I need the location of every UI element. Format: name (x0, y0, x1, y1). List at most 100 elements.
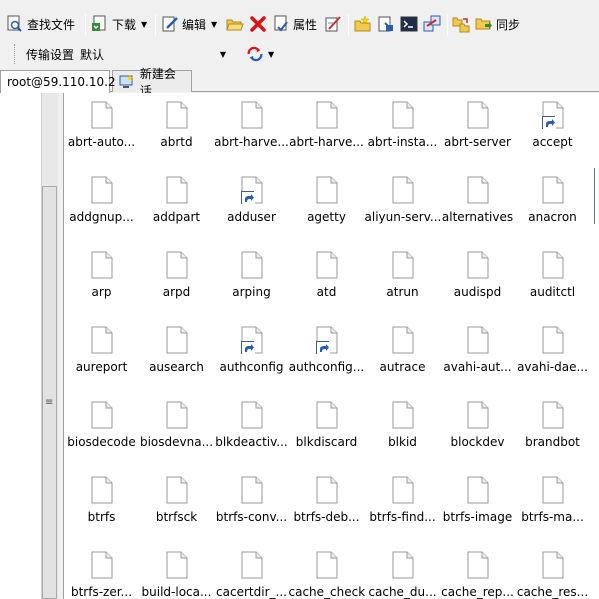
compare-button[interactable] (452, 11, 470, 37)
file-item[interactable]: cacertdir_... (214, 551, 289, 599)
file-item[interactable]: audispd (440, 251, 515, 321)
file-item[interactable]: anacron (515, 176, 590, 246)
file-item[interactable]: biosdecode (64, 401, 139, 471)
file-item[interactable]: addgnup... (64, 176, 139, 246)
file-icon (467, 551, 489, 579)
file-item[interactable]: abrtd (139, 101, 214, 171)
file-icon (241, 401, 263, 429)
file-item[interactable]: btrfs-zer... (64, 551, 139, 599)
file-item[interactable]: abrt-auto... (64, 101, 139, 171)
file-item[interactable]: blockdev (440, 401, 515, 471)
file-item[interactable]: btrfs-ma... (515, 476, 590, 546)
refresh-button[interactable]: ▼ (246, 43, 274, 65)
download-label: 下载 (112, 17, 137, 32)
new-file-button[interactable] (377, 11, 395, 37)
file-item[interactable]: authconfig... (289, 326, 364, 396)
find-file-button[interactable]: 查找文件 (6, 11, 75, 37)
file-icon (315, 326, 338, 355)
file-item[interactable]: btrfs-deb... (289, 476, 364, 546)
download-button[interactable]: 下载 ▼ (91, 11, 147, 37)
file-item[interactable]: avahi-dae... (515, 326, 590, 396)
file-item[interactable]: abrt-server (440, 101, 515, 171)
file-item[interactable]: aureport (64, 326, 139, 396)
transfer-settings-dropdown[interactable]: 传输设置 默认 ▼ (22, 43, 230, 65)
transfer-settings-label: 传输设置 (26, 47, 75, 62)
edit-button[interactable]: 编辑 ▼ (161, 11, 217, 37)
file-item[interactable]: accept (515, 101, 590, 171)
rename-button[interactable] (324, 11, 342, 37)
open-folder-button[interactable] (226, 11, 244, 37)
file-item[interactable]: brandbot (515, 401, 590, 471)
file-icon (166, 176, 188, 204)
file-item[interactable]: arping (214, 251, 289, 321)
file-icon (316, 251, 338, 279)
file-icon (241, 251, 263, 279)
file-item[interactable]: abrt-insta... (365, 101, 440, 171)
file-icon (241, 101, 263, 129)
file-item[interactable]: arpd (139, 251, 214, 321)
file-item[interactable]: btrfs-find... (365, 476, 440, 546)
file-name: avahi-aut... (443, 360, 512, 374)
download-dropdown-icon[interactable]: ▼ (141, 20, 147, 29)
file-item[interactable]: arp (64, 251, 139, 321)
file-item[interactable]: blkdiscard (289, 401, 364, 471)
file-icon (240, 176, 263, 205)
file-list-pane[interactable]: abrt-auto... abrtd abrt-harve... abrt-harve… (63, 93, 599, 599)
file-name: addgnup... (69, 210, 134, 224)
file-item[interactable]: atrun (365, 251, 440, 321)
file-name: arp (91, 285, 112, 299)
tab-session-root-label: root@59.110.10.2 (7, 75, 116, 89)
file-item[interactable]: btrfs-image (440, 476, 515, 546)
file-item[interactable]: btrfs (64, 476, 139, 546)
file-item[interactable]: aliyun-serv... (365, 176, 441, 246)
file-item[interactable]: adduser (214, 176, 289, 246)
file-item[interactable]: avahi-aut... (440, 326, 515, 396)
file-item[interactable]: btrfs-conv... (214, 476, 289, 546)
properties-button[interactable]: 属性 (272, 11, 317, 37)
file-item[interactable]: agetty (289, 176, 364, 246)
main-toolbar: 查找文件 下载 ▼ 编辑 ▼ 属性 同步 (0, 0, 599, 40)
transfer-button[interactable] (423, 11, 441, 37)
file-item[interactable]: autrace (365, 326, 440, 396)
file-item[interactable]: auditctl (515, 251, 590, 321)
file-item[interactable]: biosdevna... (139, 401, 214, 471)
new-folder-button[interactable] (354, 11, 372, 37)
file-icon (316, 551, 338, 579)
sync-folders-icon (475, 15, 493, 33)
file-item[interactable]: cache_du... (365, 551, 440, 599)
file-icon (91, 326, 113, 354)
file-icon (166, 476, 188, 504)
file-name: cache_check (288, 585, 365, 599)
file-item[interactable]: atd (289, 251, 364, 321)
scrollbar-thumb[interactable] (42, 186, 57, 599)
toolbar-grip[interactable] (14, 44, 17, 64)
file-item[interactable]: cache_res... (515, 551, 590, 599)
delete-button[interactable] (249, 11, 267, 37)
file-item[interactable]: btrfsck (139, 476, 214, 546)
edit-dropdown-icon[interactable]: ▼ (211, 20, 217, 29)
tab-new-session[interactable]: 新建会话 (112, 67, 192, 98)
file-icon (91, 476, 113, 504)
file-name: btrfs (87, 510, 116, 524)
file-item[interactable]: abrt-harve... (214, 101, 289, 171)
file-item[interactable]: build-loca... (139, 551, 214, 599)
refresh-icon (246, 45, 264, 63)
tab-session-root[interactable]: root@59.110.10.2 (0, 70, 116, 93)
file-name: authconfig... (288, 360, 365, 374)
file-item[interactable]: cache_rep... (440, 551, 515, 599)
file-item[interactable]: blkid (365, 401, 440, 471)
terminal-button[interactable] (400, 11, 418, 37)
file-item[interactable]: alternatives (440, 176, 515, 246)
file-item[interactable]: addpart (139, 176, 214, 246)
refresh-dropdown-icon[interactable]: ▼ (268, 50, 274, 59)
right-pane-edge (594, 168, 599, 224)
file-item[interactable]: abrt-harve... (289, 101, 364, 171)
file-item[interactable]: authconfig (214, 326, 289, 396)
file-item[interactable]: blkdeactiv... (214, 401, 289, 471)
file-item[interactable]: cache_check (288, 551, 365, 599)
file-item[interactable]: ausearch (139, 326, 214, 396)
file-icon (316, 176, 338, 204)
file-icon (316, 401, 338, 429)
sync-button[interactable]: 同步 (475, 11, 520, 37)
file-icon (316, 101, 338, 129)
